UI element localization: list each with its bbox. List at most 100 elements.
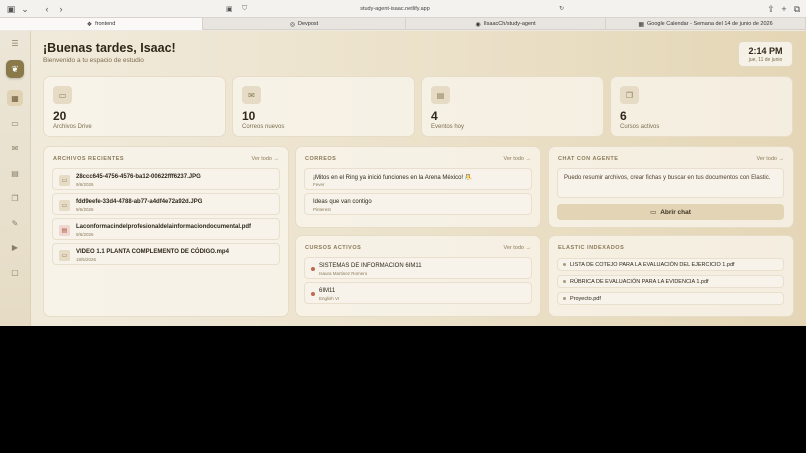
book-icon: ❐ [620,86,639,104]
stat-card-events[interactable]: ▤ 4 Eventos hoy [421,76,604,137]
tab-bar: ❖ frontend ◎ Devpost ◉ IIsaacCh/study-agent… [0,18,806,30]
url-text: study-agent-isaac.netlify.app [360,5,430,12]
page-subtitle: Bienvenido a tu espacio de estudio [43,57,144,64]
clock-date: jue, 11 de junio [748,57,783,63]
chat-view-all-link[interactable]: Ver todo → [756,156,784,162]
elastic-panel: ELASTIC INDEXADOS LISTA DE COTEJO PARA L… [548,235,794,317]
greeting-block: ¡Buenas tardes, Isaac! Bienvenido a tu e… [43,41,176,64]
tab-frontend[interactable]: ❖ frontend [0,18,203,30]
tab-label: Devpost [298,21,319,27]
course-dot [311,267,315,271]
bullet [563,263,566,266]
open-chat-button[interactable]: ▭ Abrir chat [557,204,784,220]
tabs-overview-icon[interactable]: ⧉ [790,0,804,18]
video-file-icon: ▭ [59,250,70,261]
address-bar[interactable]: ▣ ⛉ study-agent-isaac.netlify.app ↻ [222,2,568,15]
chevron-down-icon[interactable]: ⌄ [18,0,32,18]
sidebar-item-calendar[interactable]: ▤ [7,165,23,181]
reload-icon[interactable]: ↻ [559,5,564,12]
tab-devpost[interactable]: ◎ Devpost [203,18,406,30]
course-dot [311,292,315,296]
stat-value: 6 [620,109,627,123]
file-date: 9/6/2026 [76,232,94,237]
stat-label: Correos nuevos [242,124,285,130]
open-chat-label: Abrir chat [660,208,691,216]
sidebar-item-mail[interactable]: ✉ [7,140,23,156]
file-name: 28ccc645-4756-4576-ba12-00622fff6237.JPG [76,174,201,180]
tab-favicon-icon: ▦ [638,21,644,28]
sidebar-item-courses[interactable]: ❐ [7,190,23,206]
course-teacher: English VI [319,296,340,301]
sidebar-item-dashboard[interactable]: ▦ [7,90,23,106]
file-name: fdd9eefe-33d4-4788-ab77-a4df4e72a92d.JPG [76,199,203,205]
stat-value: 20 [53,109,67,123]
course-teacher: Isaura Martinez Romero [319,271,368,276]
stat-label: Cursos activos [620,124,660,130]
share-icon[interactable]: ⇪ [764,0,778,18]
panel-title: CORREOS [305,156,337,162]
sidebar-toggle-icon[interactable]: ▣ [4,0,18,18]
clock-time: 2:14 PM [748,46,783,56]
file-item[interactable]: ▭ fdd9eefe-33d4-4788-ab77-a4df4e72a92d.J… [52,193,280,215]
image-file-icon: ▭ [59,175,70,186]
stat-value: 4 [431,109,438,123]
stat-card-mail[interactable]: ✉ 10 Correos nuevos [232,76,415,137]
stat-card-drive[interactable]: ▭ 20 Archivos Drive [43,76,226,137]
back-icon[interactable]: ‹ [40,0,54,18]
new-tab-icon[interactable]: + [777,0,791,18]
file-item[interactable]: ▭ VIDEO 1.1 PLANTA COMPLEMENTO DE CÓDIGO… [52,243,280,265]
sidebar-item-chat[interactable]: ▢ [7,264,23,280]
clock-widget: 2:14 PM jue, 11 de junio [738,41,793,67]
sidebar-item-video[interactable]: ▶ [7,239,23,255]
calendar-icon: ▤ [431,86,450,104]
course-item[interactable]: 6IM11 English VI [304,282,532,304]
elastic-item[interactable]: Proyecto.pdf [557,292,784,305]
sidebar: ☰ ❦ ▦ ▭ ✉ ▤ ❐ ✎ ▶ ▢ [0,31,31,326]
file-item[interactable]: ▭ 28ccc645-4756-4576-ba12-00622fff6237.J… [52,168,280,190]
file-date: 18/5/2026 [76,257,97,262]
agent-message: Puedo resumir archivos, crear fichas y b… [557,168,784,198]
chat-icon: ▭ [650,209,657,216]
emails-view-all-link[interactable]: Ver todo → [503,156,531,162]
courses-panel: CURSOS ACTIVOS Ver todo → SISTEMAS DE IN… [295,235,541,317]
stat-label: Eventos hoy [431,124,465,130]
elastic-doc-name: LISTA DE COTEJO PARA LA EVALUACIÓN DEL E… [570,262,735,268]
tab-github[interactable]: ◉ IIsaacCh/study-agent [406,18,606,30]
dashboard: ☰ ❦ ▦ ▭ ✉ ▤ ❐ ✎ ▶ ▢ ¡Buenas tardes, Isaa… [0,31,806,326]
stat-value: 10 [242,109,256,123]
forward-icon[interactable]: › [54,0,68,18]
files-view-all-link[interactable]: Ver todo → [251,156,279,162]
sidebar-item-notes[interactable]: ✎ [7,215,23,231]
file-name: VIDEO 1.1 PLANTA COMPLEMENTO DE CÓDIGO.m… [76,249,229,255]
panel-title: CHAT CON AGENTE [558,156,619,162]
tab-favicon-icon: ◎ [289,21,296,28]
course-name: 6IM11 [319,288,336,294]
tab-favicon-icon: ◉ [475,21,481,28]
drive-icon: ▭ [53,86,72,104]
page-title: ¡Buenas tardes, Isaac! [43,41,176,55]
stat-card-courses[interactable]: ❐ 6 Cursos activos [610,76,793,137]
sidebar-item-drive[interactable]: ▭ [7,115,23,131]
file-date: 9/6/2026 [76,182,94,187]
email-subject: ¡Mitos en el Ring ya inició funciones en… [313,175,473,181]
tab-label: IIsaacCh/study-agent [483,21,536,27]
menu-icon[interactable]: ☰ [7,35,23,51]
stat-label: Archivos Drive [53,124,92,130]
course-name: SISTEMAS DE INFORMACION 6IM11 [319,263,422,269]
file-name: Laconformacindelprofesionaldelainformaci… [76,224,252,230]
email-sender: Pinterest [313,207,331,212]
browser-toolbar: ▣ ⌄ ‹ › ▣ ⛉ study-agent-isaac.netlify.ap… [0,0,806,18]
email-item[interactable]: ¡Mitos en el Ring ya inició funciones en… [304,168,532,190]
elastic-item[interactable]: RÚBRICA DE EVALUACIÓN PARA LA EVIDENCIA … [557,275,784,288]
courses-view-all-link[interactable]: Ver todo → [503,245,531,251]
elastic-item[interactable]: LISTA DE COTEJO PARA LA EVALUACIÓN DEL E… [557,258,784,271]
email-sender: Fever [313,182,325,187]
email-subject: Ideas que van contigo [313,199,372,205]
elastic-doc-name: RÚBRICA DE EVALUACIÓN PARA LA EVIDENCIA … [570,279,709,285]
file-item[interactable]: ▤ Laconformacindelprofesionaldelainforma… [52,218,280,240]
course-item[interactable]: SISTEMAS DE INFORMACION 6IM11 Isaura Mar… [304,257,532,279]
avatar[interactable]: ❦ [6,60,24,78]
tab-calendar[interactable]: ▦ Google Calendar - Semana del 14 de juni… [606,18,806,30]
email-item[interactable]: Ideas que van contigo Pinterest [304,193,532,215]
panel-title: ELASTIC INDEXADOS [558,245,625,251]
